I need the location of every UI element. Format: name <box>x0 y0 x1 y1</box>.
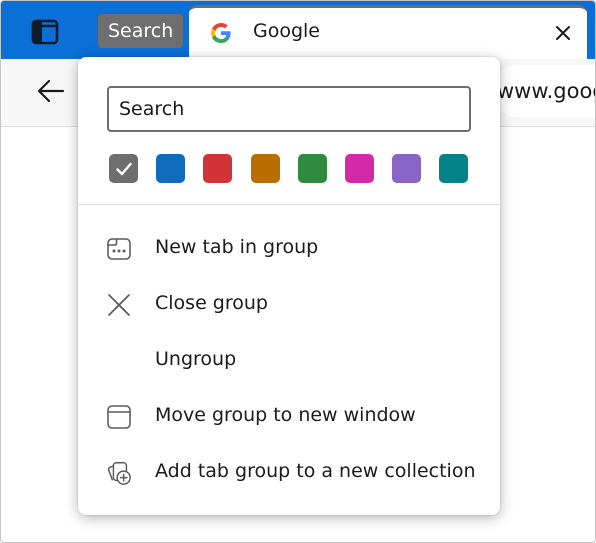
close-icon <box>556 26 570 40</box>
new-tab-icon <box>107 238 131 260</box>
tab-google[interactable]: Google <box>189 5 587 59</box>
tab-group-menu: New tab in group Close group Ungroup Mov… <box>78 57 500 515</box>
window-icon <box>107 405 131 429</box>
color-swatch-green[interactable] <box>298 154 327 183</box>
menu-item-label: Close group <box>155 292 268 314</box>
color-swatch-grey[interactable] <box>109 154 138 183</box>
menu-item-label: Move group to new window <box>155 404 416 426</box>
browser-window: Search Google www.goog Search New tab in… <box>0 0 596 543</box>
close-icon <box>108 294 130 316</box>
color-swatch-teal[interactable] <box>439 154 468 183</box>
menu-item-label: New tab in group <box>155 236 319 258</box>
close-group-item[interactable]: Close group <box>78 279 500 331</box>
group-name-input[interactable] <box>107 86 471 132</box>
workspaces-button[interactable] <box>29 15 63 49</box>
menu-item-label: Ungroup <box>155 348 237 370</box>
color-swatch-red[interactable] <box>203 154 232 183</box>
back-arrow-icon <box>37 79 65 103</box>
move-group-to-new-window-item[interactable]: Move group to new window <box>78 391 500 443</box>
color-swatch-orange[interactable] <box>251 154 280 183</box>
new-tab-in-group-item[interactable]: New tab in group <box>78 223 500 275</box>
menu-divider <box>78 204 500 205</box>
color-swatch-purple[interactable] <box>392 154 421 183</box>
add-collection-icon <box>107 462 131 485</box>
google-favicon-icon <box>211 23 231 43</box>
color-swatches <box>109 154 479 184</box>
address-bar[interactable]: www.goog <box>493 65 596 117</box>
tab-group-label[interactable]: Search <box>98 14 184 48</box>
workspaces-icon <box>31 19 59 45</box>
address-text: www.goog <box>497 79 596 103</box>
back-button[interactable] <box>35 75 67 107</box>
color-swatch-pink[interactable] <box>345 154 374 183</box>
add-to-collection-item[interactable]: Add tab group to a new collection <box>78 447 500 499</box>
ungroup-item[interactable]: Ungroup <box>78 335 500 387</box>
tab-strip: Search Google <box>1 1 595 59</box>
color-swatch-blue[interactable] <box>156 154 185 183</box>
menu-item-label: Add tab group to a new collection <box>155 460 476 482</box>
checkmark-icon <box>115 162 132 175</box>
tab-title: Google <box>253 20 321 42</box>
tab-close-button[interactable] <box>553 23 573 43</box>
